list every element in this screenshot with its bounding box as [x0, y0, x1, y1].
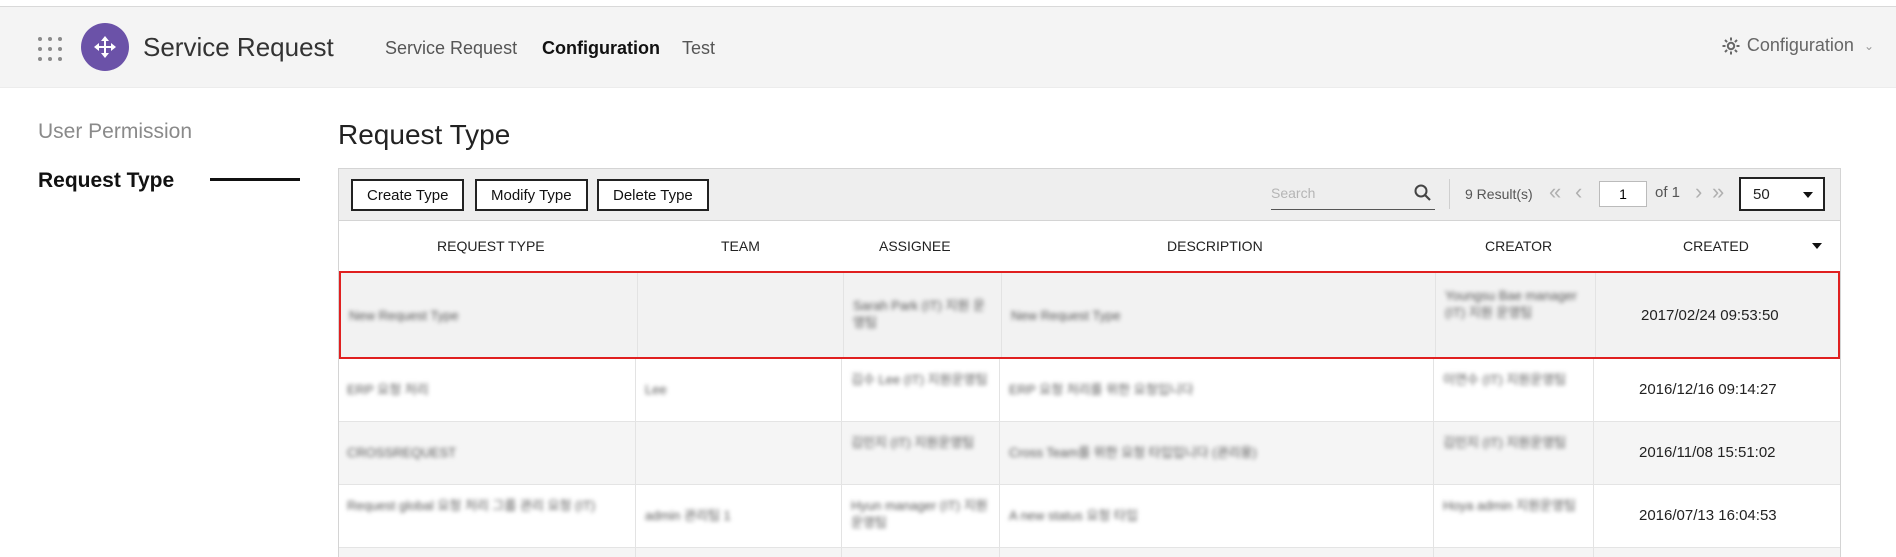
search-box [1271, 179, 1435, 210]
cell-description: New Request Type [1011, 308, 1121, 323]
nav-service-request[interactable]: Service Request [385, 38, 517, 59]
cell-assignee: 김수 Lee (IT) 지원운영팀 [851, 372, 988, 387]
table-row[interactable] [339, 548, 1840, 557]
table-row[interactable]: New Request Type Sarah Park (IT) 지원 운영팀 … [339, 271, 1840, 359]
app-header: Service Request Service Request Configur… [0, 7, 1896, 88]
cell-request-type: New Request Type [349, 308, 459, 323]
cell-creator: 김민지 (IT) 지원운영팀 [1443, 435, 1567, 450]
search-icon[interactable] [1413, 183, 1433, 203]
cell-team: admin 관리팀 1 [645, 508, 731, 523]
cell-assignee: Sarah Park (IT) 지원 운영팀 [853, 298, 985, 330]
cell-request-type: CROSSREQUEST [347, 445, 457, 460]
results-count: 9 Result(s) [1465, 186, 1533, 202]
create-type-button[interactable]: Create Type [351, 179, 465, 211]
dropdown-arrow-icon [1803, 192, 1813, 198]
col-description[interactable]: DESCRIPTION [1167, 238, 1263, 254]
cell-created: 2016/07/13 16:04:53 [1639, 507, 1777, 524]
modify-type-button[interactable]: Modify Type [475, 179, 588, 211]
per-page-select[interactable]: 50 [1739, 177, 1825, 211]
sidebar-item-user-permission[interactable]: User Permission [38, 120, 192, 144]
grid-toolbar: Create Type Modify Type Delete Type 9 Re… [338, 168, 1841, 220]
col-assignee[interactable]: ASSIGNEE [879, 238, 951, 254]
cell-creator: Hoya admin 지원운영팀 [1443, 498, 1576, 513]
delete-type-button[interactable]: Delete Type [597, 179, 709, 211]
gear-icon [1722, 37, 1740, 54]
next-page-icon[interactable]: › [1695, 181, 1702, 203]
cell-request-type: Request global 요청 처리 그룹 관리 요청 (IT) [347, 498, 596, 513]
request-type-table: REQUEST TYPE TEAM ASSIGNEE DESCRIPTION C… [338, 220, 1841, 557]
table-header: REQUEST TYPE TEAM ASSIGNEE DESCRIPTION C… [339, 220, 1840, 273]
last-page-icon[interactable]: » [1712, 181, 1724, 203]
app-title: Service Request [143, 32, 334, 62]
page-number-input[interactable] [1599, 181, 1647, 207]
table-row[interactable]: CROSSREQUEST 김민지 (IT) 지원운영팀 Cross Team를 … [339, 422, 1840, 485]
col-request-type[interactable]: REQUEST TYPE [437, 238, 545, 254]
col-creator[interactable]: CREATOR [1485, 238, 1552, 254]
cell-description: Cross Team를 위한 요청 타입입니다 (관리용) [1009, 445, 1257, 460]
col-created[interactable]: CREATED [1683, 238, 1749, 254]
logo-icon[interactable] [81, 23, 129, 71]
first-page-icon[interactable]: « [1549, 181, 1561, 203]
col-team[interactable]: TEAM [721, 238, 760, 254]
table-row[interactable]: Request global 요청 처리 그룹 관리 요청 (IT) admin… [339, 485, 1840, 548]
cell-team: Lee [645, 382, 667, 397]
cell-description: A new status 요청 타입 [1009, 508, 1138, 523]
cell-request-type: ERP 요청 처리 [347, 382, 429, 397]
nav-configuration[interactable]: Configuration [542, 38, 660, 59]
page-title: Request Type [338, 119, 511, 150]
search-input[interactable] [1271, 179, 1401, 207]
chevron-down-icon: ⌄ [1863, 38, 1874, 53]
top-divider [0, 0, 1896, 7]
cell-creator: 이연수 (IT) 지원운영팀 [1443, 372, 1567, 387]
config-menu[interactable]: Configuration ⌄ [1721, 35, 1874, 56]
cell-assignee: Hyun manager (IT) 지원운영팀 [851, 498, 988, 530]
cell-assignee: 김민지 (IT) 지원운영팀 [851, 435, 975, 450]
cell-created: 2016/11/08 15:51:02 [1639, 444, 1776, 461]
per-page-value: 50 [1753, 186, 1770, 203]
apps-grid-icon[interactable] [38, 37, 62, 61]
cell-created: 2016/12/16 09:14:27 [1639, 381, 1777, 398]
sidebar-active-indicator [210, 178, 300, 181]
cell-description: ERP 요청 처리를 위한 요청입니다 [1009, 382, 1194, 397]
sort-desc-icon[interactable] [1812, 243, 1822, 249]
nav-test[interactable]: Test [682, 38, 715, 59]
sidebar-item-request-type[interactable]: Request Type [38, 169, 174, 193]
cell-created: 2017/02/24 09:53:50 [1641, 307, 1779, 324]
table-row[interactable]: ERP 요청 처리 Lee 김수 Lee (IT) 지원운영팀 ERP 요청 처… [339, 359, 1840, 422]
cell-creator: Youngsu Bae manager (IT) 지원 운영팀 [1445, 288, 1577, 320]
page-of-label: of 1 [1655, 184, 1681, 201]
prev-page-icon[interactable]: ‹ [1575, 181, 1582, 203]
config-menu-label: Configuration [1746, 35, 1854, 55]
toolbar-divider [1449, 179, 1450, 209]
